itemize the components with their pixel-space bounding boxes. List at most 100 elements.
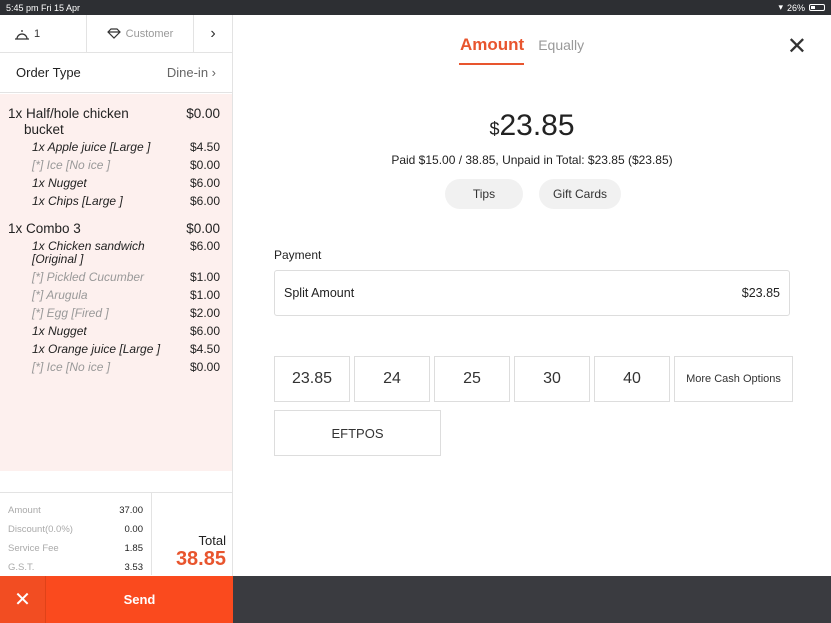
currency-symbol: $ (489, 119, 500, 139)
list-item[interactable]: [*] Egg [Fired ] $2.00 (0, 307, 232, 320)
battery-percent: 26% (786, 2, 805, 13)
payment-panel: Amount Equally ✕ $23.85 Paid $15.00 / 38… (233, 15, 831, 576)
status-time: 5:45 pm Fri 15 Apr (6, 2, 81, 13)
item-price: $0.00 (189, 158, 220, 172)
list-item[interactable]: 1x Nugget $6.00 (0, 325, 232, 338)
list-item[interactable]: [*] Ice [No ice ] $0.00 (0, 159, 232, 172)
cash-options: 23.85 24 25 30 40 More Cash Options (274, 356, 793, 402)
close-icon[interactable]: ✕ (0, 576, 46, 623)
item-price: $4.50 (189, 342, 220, 356)
tab-equally[interactable]: Equally (538, 37, 584, 53)
amount-value: 23.85 (499, 109, 575, 142)
item-price: $6.00 (189, 194, 220, 208)
item-name: [*] Ice [No ice ] (32, 360, 111, 374)
cash-option-button[interactable]: 40 (594, 356, 670, 402)
split-amount-label: Split Amount (284, 286, 355, 300)
service-fee-value: 1.85 (124, 543, 144, 554)
list-item[interactable]: [*] Ice [No ice ] $0.00 (0, 361, 232, 374)
service-fee-label: Service Fee (8, 543, 59, 554)
item-price: $6.00 (189, 176, 220, 190)
gst-row: G.S.T. 3.53 (8, 558, 143, 577)
close-icon[interactable]: ✕ (787, 35, 807, 59)
list-item[interactable]: 1x Chips [Large ] $6.00 (0, 195, 232, 208)
item-name: 1x Chicken sandwich [Original ] (32, 239, 145, 266)
list-item[interactable]: [*] Pickled Cucumber $1.00 (0, 271, 232, 284)
item-price: $0.00 (189, 360, 220, 374)
item-price: $6.00 (189, 239, 220, 253)
item-price: $6.00 (189, 324, 220, 338)
item-name: 1x Combo 3 (8, 221, 81, 236)
paid-summary: Paid $15.00 / 38.85, Unpaid in Total: $2… (391, 153, 673, 167)
item-price: $0.00 (186, 221, 220, 236)
gift-cards-button[interactable]: Gift Cards (539, 179, 622, 209)
list-item[interactable]: [*] Arugula $1.00 (0, 289, 232, 302)
order-totals: Amount 37.00 Discount(0.0%) 0.00 Service F… (0, 492, 232, 575)
amount-value: 37.00 (119, 505, 143, 516)
list-item[interactable]: 1x Combo 3 $0.00 (0, 221, 232, 237)
amount-label: Amount (8, 505, 41, 516)
order-actions: ✕ Send (0, 576, 233, 623)
split-amount-value: $23.85 (741, 286, 780, 300)
item-name: [*] Ice [No ice ] (32, 158, 111, 172)
totals-breakdown: Amount 37.00 Discount(0.0%) 0.00 Service F… (0, 493, 152, 575)
bottom-bar (233, 576, 831, 623)
order-panel: 1 Customer › Order Type Dine-in › 1x Hal… (0, 15, 233, 623)
item-price: $4.50 (189, 140, 220, 154)
amount-due: $23.85 (233, 109, 831, 143)
list-item[interactable]: 1x Chicken sandwich [Original ] $6.00 (0, 240, 232, 266)
item-price: $1.00 (189, 288, 220, 302)
customer-button[interactable]: Customer (87, 15, 194, 52)
item-name: 1x Chips [Large ] (32, 194, 123, 208)
item-price: $1.00 (189, 270, 220, 284)
split-amount-field[interactable]: Split Amount $23.85 (274, 270, 790, 316)
list-item[interactable]: 1x Half/hole chicken bucket $0.00 (0, 106, 232, 138)
eftpos-button[interactable]: EFTPOS (274, 410, 441, 456)
gst-label: G.S.T. (8, 562, 35, 573)
item-name: 1x Apple juice [Large ] (32, 140, 151, 154)
item-name: [*] Egg [Fired ] (32, 306, 109, 320)
order-type-value: Dine-in › (166, 65, 216, 80)
status-bar: 5:45 pm Fri 15 Apr ▾ 26% (0, 0, 831, 15)
total-label: Total (198, 533, 226, 548)
order-type-label: Order Type (16, 65, 81, 80)
order-type-value-text: Dine-in (166, 65, 209, 80)
send-button[interactable]: Send (46, 576, 233, 623)
item-name: [*] Arugula (32, 288, 88, 302)
cash-option-button[interactable]: 25 (434, 356, 510, 402)
amount-row: Amount 37.00 (8, 501, 143, 520)
cash-option-button[interactable]: 30 (514, 356, 590, 402)
order-header: 1 Customer › (0, 15, 232, 53)
customer-label: Customer (125, 27, 174, 40)
list-item[interactable]: 1x Orange juice [Large ] $4.50 (0, 343, 232, 356)
discount-label: Discount(0.0%) (8, 524, 73, 535)
item-name: 1x Orange juice [Large ] (32, 342, 161, 356)
bell-icon (15, 29, 29, 40)
item-name: 1x Nugget (32, 324, 87, 338)
cash-option-button[interactable]: 23.85 (274, 356, 350, 402)
total-value: 38.85 (175, 548, 226, 570)
cash-option-button[interactable]: 24 (354, 356, 430, 402)
guest-count-button[interactable]: 1 (0, 15, 87, 52)
list-item[interactable]: 1x Apple juice [Large ] $4.50 (0, 141, 232, 154)
item-price: $2.00 (189, 306, 220, 320)
gst-value: 3.53 (124, 562, 144, 573)
item-price: $0.00 (186, 106, 220, 121)
item-name: 1x Half/hole chicken bucket (8, 106, 129, 137)
chevron-right-icon[interactable]: › (194, 15, 232, 52)
more-cash-options-button[interactable]: More Cash Options (674, 356, 793, 402)
tab-amount[interactable]: Amount (459, 35, 525, 65)
diamond-icon (106, 28, 121, 39)
tips-button[interactable]: Tips (445, 179, 523, 209)
item-name: 1x Nugget (32, 176, 87, 190)
discount-row: Discount(0.0%) 0.00 (8, 520, 143, 539)
service-fee-row: Service Fee 1.85 (8, 539, 143, 558)
grand-total: Total 38.85 (152, 493, 232, 575)
order-type-row[interactable]: Order Type Dine-in › (0, 53, 232, 93)
payment-section-label: Payment (274, 248, 322, 262)
status-indicators: ▾ 26% (778, 2, 825, 13)
payment-tabs: Amount Equally (459, 35, 584, 65)
wifi-icon: ▾ (778, 2, 783, 12)
list-item[interactable]: 1x Nugget $6.00 (0, 177, 232, 190)
item-name: [*] Pickled Cucumber (32, 270, 145, 284)
